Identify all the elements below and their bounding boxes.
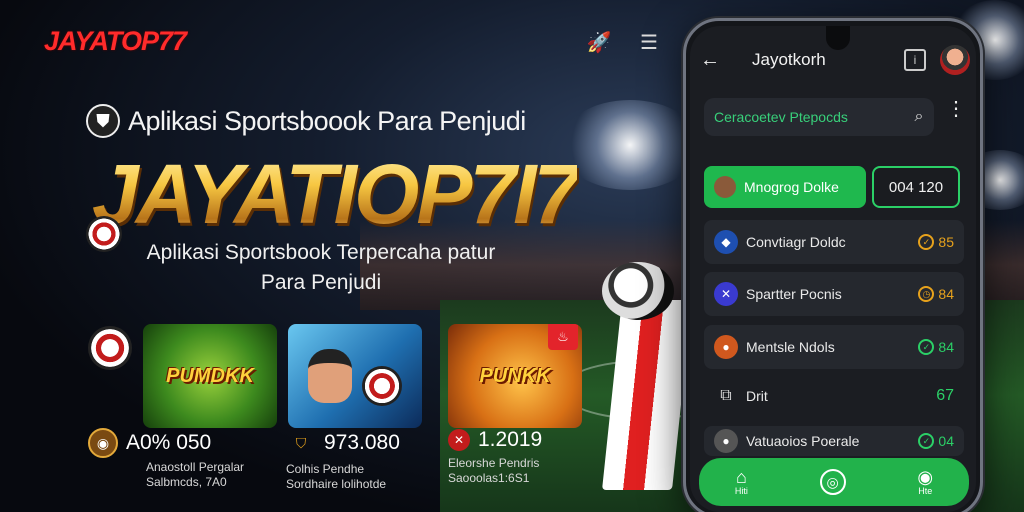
list-item[interactable]: ● Vatuaoios Poerale ✓ 04: [704, 426, 964, 456]
hamburger-menu-icon[interactable]: ☰: [636, 30, 662, 56]
stat-desc-line2: Sordhaire lolihotde: [286, 477, 387, 491]
hero-subtitle: Aplikasi Sportsboook Para Penjudi: [128, 105, 526, 136]
list-item-odds: 84: [938, 339, 954, 355]
check-ring-icon: ✓: [918, 433, 935, 449]
list-item-label: Convtiagr Doldc: [746, 234, 846, 250]
list-item[interactable]: ✕ Spartter Pocnis ◷ 84: [704, 272, 964, 316]
selected-market-button[interactable]: Mnogrog Dolke: [704, 166, 866, 208]
list-item-label: Drit: [746, 388, 768, 404]
bookmark-icon[interactable]: i: [904, 49, 926, 71]
stat-value: 973.080: [324, 431, 400, 454]
stat-desc-line2: Salbmcds, 7A0: [146, 475, 227, 489]
stat-desc-line2: Saooolas1:6S1: [448, 471, 530, 485]
poker-chip-icon: [362, 366, 402, 406]
list-item-odds: 85: [938, 234, 954, 250]
stat-block: ◉ A0% 050 Anaostoll Pergalar Salbmcds, 7…: [88, 428, 244, 490]
search-bar: ⌕: [704, 98, 934, 136]
game-title: PUNKK: [479, 364, 551, 387]
crossed-tools-icon: ✕: [714, 282, 738, 306]
list-item-label: Mentsle Ndols: [746, 339, 835, 355]
nav-label: Hte: [918, 486, 933, 496]
list-item-label: Vatuaoios Poerale: [746, 433, 860, 449]
shield-badge-icon: ⛉: [295, 434, 307, 451]
player-avatar-icon: [308, 349, 352, 403]
list-item[interactable]: ◆ Convtiagr Doldc ✓ 85: [704, 220, 964, 264]
trophy-chip-icon: ◉: [88, 428, 118, 458]
app-title: Jayotkorh: [752, 50, 826, 69]
list-item[interactable]: ⧉ Drit 67: [704, 374, 964, 418]
list-item-odds: 84: [938, 286, 954, 302]
stat-block: ⛉ 973.080 Colhis Pendhe Sordhaire loliho…: [286, 428, 400, 492]
check-ring-icon: ✓: [918, 339, 935, 355]
flame-icon: ●: [714, 335, 738, 359]
nav-sports[interactable]: ◎: [819, 469, 846, 495]
game-card[interactable]: PUNKK ♨: [448, 324, 582, 428]
app-bar: ← Jayotkorh i: [700, 40, 970, 80]
brand-logo[interactable]: JAYATOP77: [44, 26, 187, 57]
user-circle-icon: ◉: [917, 467, 934, 487]
home-icon: ⌂: [735, 467, 747, 487]
tagline-line1: Aplikasi Sportsbook Terpercaha patur: [146, 241, 496, 264]
poker-chip-icon: [88, 326, 132, 370]
clock-ring-icon: ◷: [918, 286, 935, 302]
list-item-odds: 04: [938, 433, 954, 449]
nav-label: Hiti: [734, 486, 748, 496]
list-item-odds: 67: [936, 387, 954, 404]
rocket-icon[interactable]: 🚀: [586, 30, 612, 56]
ball-icon: ◎: [819, 469, 846, 495]
link-icon: ⧉: [720, 387, 732, 404]
check-ring-icon: ✓: [918, 234, 935, 250]
avatar-icon: ●: [714, 429, 738, 453]
stadium-light: [560, 100, 700, 190]
shield-icon: ⛊: [86, 104, 120, 138]
diamond-icon: ◆: [714, 230, 738, 254]
bottom-nav: ⌂ Hiti ◎ ◉ Hte: [699, 458, 969, 506]
hero-big-title: JAYATIOP7I7: [92, 147, 580, 241]
game-card[interactable]: [288, 324, 422, 428]
stat-desc-line1: Anaostoll Pergalar: [146, 460, 245, 474]
game-title: PUMDKK: [166, 364, 254, 387]
list-item-label: Spartter Pocnis: [746, 286, 842, 302]
stat-block: ✕ 1.2019 Eleorshe Pendris Saooolas1:6S1: [448, 428, 542, 486]
stat-value: A0% 050: [126, 431, 212, 454]
hot-badge-icon: ♨: [548, 324, 578, 350]
poker-chip-icon: [86, 216, 122, 252]
stat-desc-line1: Eleorshe Pendris: [448, 456, 540, 470]
stat-desc-line1: Colhis Pendhe: [286, 462, 365, 476]
tagline-line2: Para Penjudi: [260, 271, 382, 294]
nav-profile[interactable]: ◉ Hte: [917, 468, 933, 496]
selected-market-label: Mnogrog Dolke: [744, 179, 839, 195]
more-options-icon[interactable]: ⋮: [946, 99, 966, 119]
selected-odds-box[interactable]: 004 120: [872, 166, 960, 208]
profile-avatar[interactable]: [940, 45, 970, 75]
game-card[interactable]: PUMDKK: [143, 324, 277, 428]
nav-home[interactable]: ⌂ Hiti: [735, 468, 748, 496]
poker-chip-decoration: [602, 262, 674, 320]
list-item[interactable]: ● Mentsle Ndols ✓ 84: [704, 325, 964, 369]
close-badge-icon: ✕: [448, 429, 470, 451]
search-input[interactable]: [714, 109, 904, 125]
back-arrow-icon[interactable]: ←: [700, 49, 730, 72]
hero-subtitle-row: ⛊ Aplikasi Sportsboook Para Penjudi: [86, 104, 526, 138]
hero-tagline: Aplikasi Sportsbook Terpercaha patur Par…: [126, 238, 516, 298]
team-avatar-icon: [714, 176, 736, 198]
search-icon[interactable]: ⌕: [904, 108, 934, 126]
selected-bet-row: Mnogrog Dolke 004 120: [704, 166, 964, 208]
stat-value: 1.2019: [478, 428, 543, 451]
